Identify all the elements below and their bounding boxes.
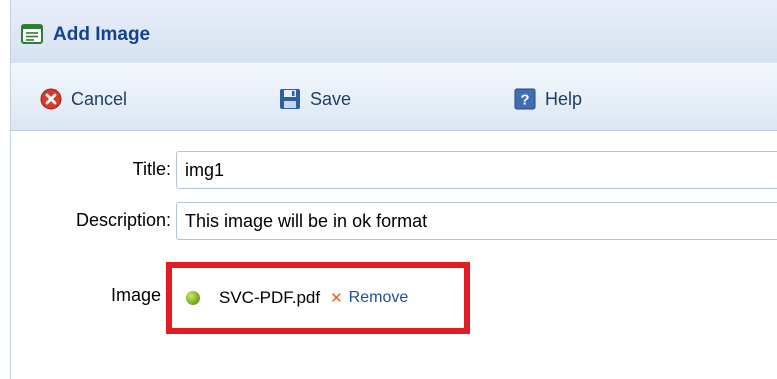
cancel-button[interactable]: Cancel <box>40 87 127 111</box>
save-disk-icon <box>280 89 300 109</box>
file-name: SVC-PDF.pdf <box>219 288 321 307</box>
help-button[interactable]: ? Help <box>514 87 582 111</box>
title-bar: Add Image <box>11 0 777 64</box>
help-label: Help <box>545 88 583 109</box>
help-icon: ? <box>514 88 536 110</box>
add-image-dialog: Add Image Cancel Save ? Help Title: img1… <box>10 0 777 379</box>
save-button[interactable]: Save <box>279 87 351 111</box>
svg-text:?: ? <box>520 92 529 109</box>
save-label: Save <box>310 88 352 109</box>
description-input[interactable]: This image will be in ok format <box>176 202 777 240</box>
remove-x-icon[interactable]: ✕ <box>330 289 343 307</box>
form-window-icon <box>21 24 43 44</box>
cancel-label: Cancel <box>71 88 128 109</box>
image-label: Image <box>110 285 161 305</box>
cancel-icon <box>40 88 62 110</box>
toolbar: Cancel Save ? Help <box>11 63 777 131</box>
upload-success-icon <box>186 291 200 305</box>
attached-file-highlight: SVC-PDF.pdf ✕ Remove <box>166 262 470 334</box>
title-label: Title: <box>132 159 171 179</box>
title-input-value: img1 <box>185 159 225 180</box>
remove-link[interactable]: Remove <box>349 289 409 307</box>
title-input[interactable]: img1 <box>176 151 777 189</box>
attached-file: SVC-PDF.pdf ✕ Remove <box>186 288 408 308</box>
description-input-value: This image will be in ok format <box>185 210 428 231</box>
dialog-title: Add Image <box>53 24 151 45</box>
description-label: Description: <box>75 210 171 230</box>
